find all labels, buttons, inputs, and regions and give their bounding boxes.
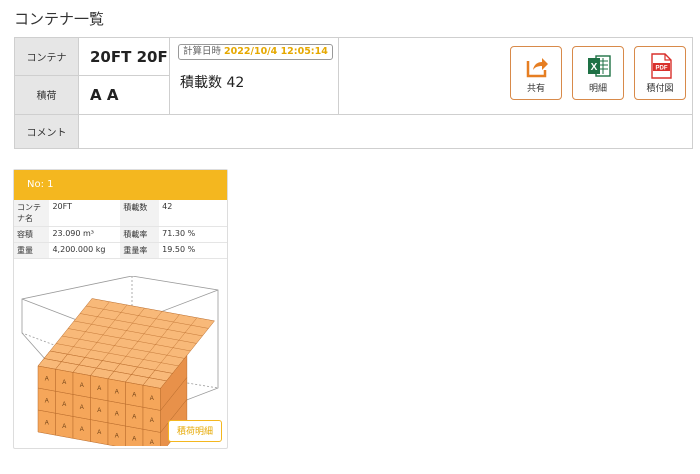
comment-value (79, 114, 692, 148)
box-label: A (132, 437, 136, 443)
box-label: A (115, 389, 119, 395)
load-plan-label: 積付図 (646, 84, 674, 94)
cargo-value: A A (90, 85, 119, 104)
cell-value: 23.090 m³ (49, 226, 121, 243)
box-label: A (62, 402, 66, 408)
box-label: A (150, 418, 154, 424)
detail-label: 明細 (588, 84, 607, 94)
container-summary: コンテナ 20FT 20F 積荷 A A コメント 計算日時 2022/10/4… (14, 37, 693, 149)
load-count: 積載数 42 (180, 75, 245, 91)
share-icon (526, 58, 548, 78)
calc-datetime-badge: 計算日時 2022/10/4 12:05:14 (178, 44, 333, 60)
load-plan-pdf-button[interactable]: PDF 積付図 (634, 46, 686, 100)
table-row: 重量 4,200.000 kg 重量率 19.50 % (14, 242, 227, 259)
box-label: A (132, 393, 136, 399)
cell-label: 積載数 (120, 200, 160, 227)
cargo-label: 積荷 (15, 75, 79, 114)
svg-text:X: X (591, 62, 598, 73)
box-label: A (80, 405, 84, 411)
share-label: 共有 (526, 84, 545, 94)
box-label: A (80, 427, 84, 433)
container-label: コンテナ (15, 38, 79, 75)
cell-value: 71.30 % (159, 226, 227, 243)
box-label: A (150, 396, 154, 402)
cell-value: 4,200.000 kg (49, 242, 121, 259)
page-title: コンテナ一覧 (14, 10, 105, 28)
box-label: A (97, 408, 101, 414)
pdf-icon: PDF (651, 53, 672, 79)
box-label: A (132, 415, 136, 421)
share-button[interactable]: 共有 (510, 46, 562, 100)
box-label: A (62, 380, 66, 386)
box-label: A (45, 399, 49, 405)
box-label: A (150, 440, 154, 446)
cell-label: 積載率 (120, 226, 160, 243)
cargo-detail-button[interactable]: 積荷明細 (168, 420, 222, 442)
table-row: 容積 23.090 m³ 積載率 71.30 % (14, 226, 227, 243)
box-label: A (115, 411, 119, 417)
container-value: 20FT 20F (90, 47, 168, 66)
box-label: A (97, 386, 101, 392)
card-info-table: コンテナ名 20FT 積載数 42 容積 23.090 m³ 積載率 71.30… (14, 200, 227, 259)
cell-label: 重量率 (120, 242, 160, 259)
table-row: コンテナ名 20FT 積載数 42 (14, 200, 227, 227)
cell-value: 19.50 % (159, 242, 227, 259)
comment-label: コメント (15, 114, 79, 148)
box-label: A (62, 424, 66, 430)
box-label: A (97, 430, 101, 436)
box-label: A (45, 421, 49, 427)
detail-excel-button[interactable]: X 明細 (572, 46, 624, 100)
cell-value: 42 (159, 200, 227, 227)
cell-label: コンテナ名 (14, 200, 50, 227)
excel-icon: X (588, 55, 611, 77)
cell-label: 重量 (14, 242, 50, 259)
card-header: No: 1 (14, 170, 227, 200)
svg-text:PDF: PDF (656, 66, 668, 72)
cell-value: 20FT (49, 200, 121, 227)
box-label: A (115, 433, 119, 439)
cell-label: 容積 (14, 226, 50, 243)
box-label: A (45, 377, 49, 383)
box-label: A (80, 383, 84, 389)
container-card: No: 1 コンテナ名 20FT 積載数 42 容積 23.090 m³ 積載率… (13, 169, 228, 449)
